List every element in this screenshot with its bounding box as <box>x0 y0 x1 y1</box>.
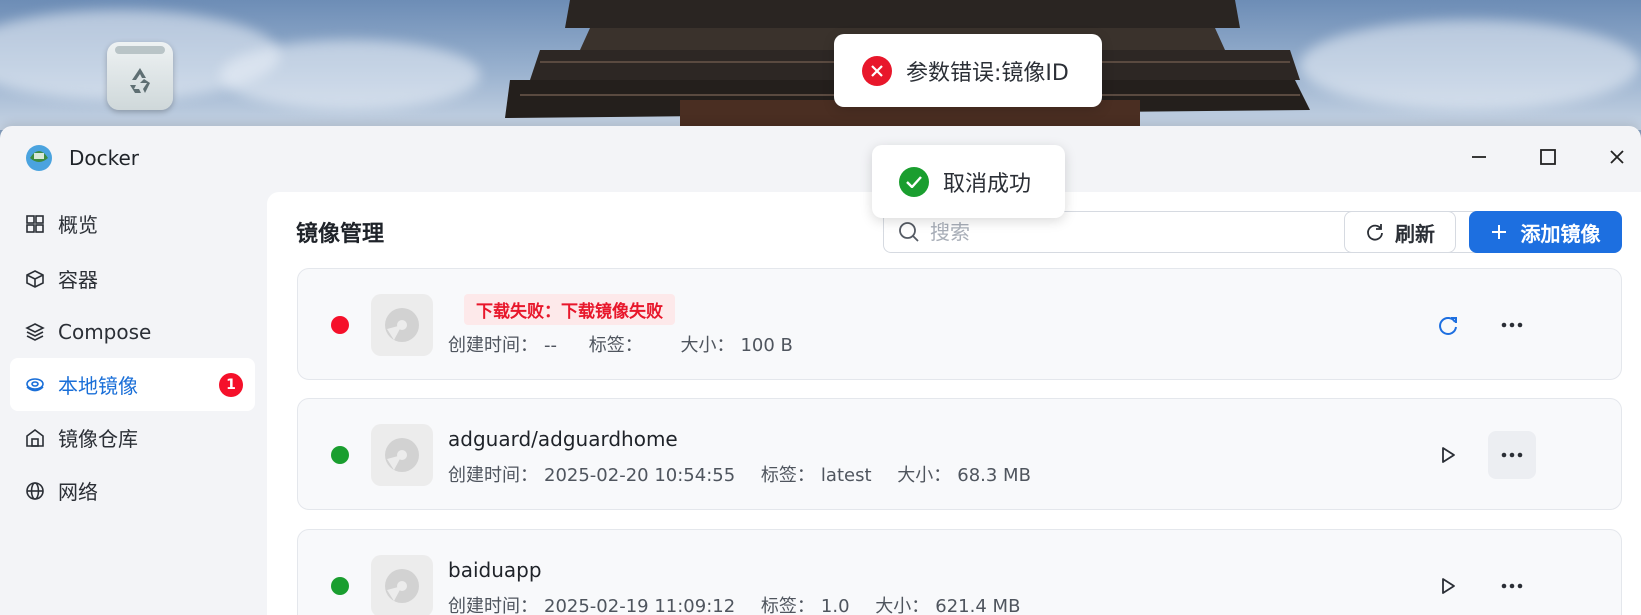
page-title: 镜像管理 <box>296 222 385 247</box>
error-x-icon <box>862 55 892 86</box>
image-tag: latest <box>820 465 872 486</box>
sidebar-item-label: Compose <box>58 319 152 344</box>
search-icon <box>899 222 919 242</box>
more-options-button[interactable] <box>1488 431 1536 479</box>
image-disc-icon <box>371 424 433 486</box>
more-options-button[interactable] <box>1488 562 1536 610</box>
globe-icon <box>24 480 46 502</box>
status-dot-error <box>331 316 349 334</box>
image-tag: 1.0 <box>820 596 850 615</box>
ellipsis-icon <box>1501 322 1523 328</box>
desktop-wallpaper <box>0 0 1641 130</box>
sidebar-item-registry[interactable]: 镜像仓库 <box>10 411 255 464</box>
refresh-button[interactable]: 刷新 <box>1344 211 1456 253</box>
cube-icon <box>24 268 46 290</box>
created-time: -- <box>544 335 557 356</box>
image-meta: 创建时间： 2025-02-20 10:54:55 标签： latest 大小： 68… <box>448 465 1031 486</box>
sidebar-item-overview[interactable]: 概览 <box>10 197 255 250</box>
image-card[interactable]: baiduapp 创建时间： 2025-02-19 11:09:12 标签： 1.0… <box>297 529 1622 615</box>
sidebar-item-label: 镜像仓库 <box>58 427 138 451</box>
maximize-icon <box>1540 149 1556 165</box>
image-size: 621.4 MB <box>935 596 1021 615</box>
count-badge: 1 <box>219 373 243 397</box>
refresh-label: 刷新 <box>1395 221 1435 246</box>
docker-window: Docker 概览 容器 Compose 本地镜像 1 镜像仓库 网络 镜像管理… <box>0 126 1641 615</box>
play-icon <box>1442 578 1455 594</box>
docker-logo-icon <box>26 145 52 171</box>
run-button[interactable] <box>1424 562 1472 610</box>
sidebar-item-local-images[interactable]: 本地镜像 1 <box>10 358 255 411</box>
created-time: 2025-02-20 10:54:55 <box>544 465 736 486</box>
sidebar-item-label: 容器 <box>58 268 98 292</box>
success-toast: 取消成功 <box>872 145 1065 218</box>
download-failed-badge: 下载失败：下载镜像失败 <box>464 294 675 325</box>
error-toast: 参数错误:镜像ID <box>834 34 1102 107</box>
sidebar-item-containers[interactable]: 容器 <box>10 252 255 305</box>
error-toast-text: 参数错误:镜像ID <box>906 60 1069 86</box>
layers-icon <box>24 321 46 343</box>
window-title: Docker <box>69 146 140 170</box>
image-management-panel: 镜像管理 刷新 添加镜像 下载失败：下载镜像失败 创建时间：-- 标签： 大小：… <box>267 192 1641 615</box>
add-image-label: 添加镜像 <box>1520 221 1601 246</box>
recycle-bin-icon[interactable] <box>107 42 173 110</box>
more-options-button[interactable] <box>1488 301 1536 349</box>
plus-icon <box>1491 225 1506 239</box>
image-disc-icon <box>371 294 433 356</box>
close-button[interactable] <box>1600 140 1634 174</box>
close-icon <box>1610 150 1624 164</box>
grid-icon <box>24 213 46 235</box>
status-dot-ok <box>331 577 349 595</box>
ellipsis-icon <box>1501 583 1523 589</box>
image-name: baiduapp <box>448 558 542 582</box>
image-card-failed[interactable]: 下载失败：下载镜像失败 创建时间： -- 标签： 大小： 100 B <box>297 268 1622 380</box>
image-meta: 创建时间： 2025-02-19 11:09:12 标签： 1.0 大小： 621.4… <box>448 596 1021 615</box>
image-name: adguard/adguardhome <box>448 427 678 451</box>
maximize-button[interactable] <box>1531 140 1565 174</box>
minimize-icon <box>1472 156 1486 158</box>
sidebar-item-compose[interactable]: Compose <box>10 305 255 358</box>
image-size: 100 B <box>740 335 793 356</box>
sidebar-item-label: 本地镜像 <box>58 374 138 398</box>
retry-button[interactable] <box>1424 301 1472 349</box>
refresh-icon <box>1367 224 1383 241</box>
sidebar-item-network[interactable]: 网络 <box>10 464 255 517</box>
retry-icon <box>1439 317 1457 335</box>
play-icon <box>1442 447 1455 463</box>
image-disc-icon <box>371 555 433 615</box>
sidebar-item-label: 网络 <box>58 480 98 504</box>
success-check-icon <box>899 166 929 197</box>
image-meta: 创建时间： -- 标签： 大小： 100 B <box>448 335 793 356</box>
image-card[interactable]: adguard/adguardhome 创建时间： 2025-02-20 10:5… <box>297 398 1622 510</box>
title-bar: Docker <box>0 126 1641 190</box>
search-input[interactable] <box>930 220 1550 244</box>
created-time: 2025-02-19 11:09:12 <box>544 596 736 615</box>
pagoda-image <box>505 0 1310 130</box>
disc-icon <box>24 374 46 396</box>
sidebar-item-label: 概览 <box>58 213 98 237</box>
add-image-button[interactable]: 添加镜像 <box>1469 211 1622 253</box>
ellipsis-icon <box>1501 452 1523 458</box>
minimize-button[interactable] <box>1462 140 1496 174</box>
warehouse-icon <box>24 427 46 449</box>
success-toast-text: 取消成功 <box>943 171 1032 197</box>
run-button[interactable] <box>1424 431 1472 479</box>
status-dot-ok <box>331 446 349 464</box>
image-size: 68.3 MB <box>957 465 1031 486</box>
